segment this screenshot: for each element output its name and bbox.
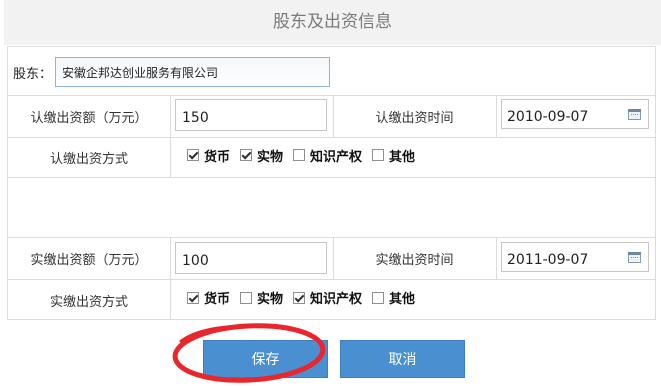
shareholder-label: 股东：	[13, 67, 53, 82]
paid-option-goods[interactable]: 实物	[240, 288, 283, 307]
checkbox[interactable]	[240, 149, 253, 161]
subscribed-amount-label: 认缴出资额（万元）	[30, 111, 148, 126]
paid-option-other[interactable]: 其他	[372, 288, 415, 307]
divider	[170, 138, 171, 177]
checkbox[interactable]	[293, 149, 306, 161]
paid-amount-row: 实缴出资额（万元） 实缴出资时间 2011-09-07	[8, 238, 655, 280]
divider	[170, 238, 171, 279]
calendar-icon[interactable]	[628, 252, 641, 263]
checkbox[interactable]	[187, 291, 199, 304]
checkbox[interactable]	[372, 291, 385, 304]
shareholder-form: 股东： 认缴出资额（万元） 认缴出资时间 2010-09-07 认缴出资方式 货…	[7, 46, 656, 320]
paid-method-label: 实缴出资方式	[49, 294, 128, 310]
divider	[170, 96, 171, 137]
calendar-icon[interactable]	[628, 109, 641, 120]
page-title: 股东及出资信息	[4, 0, 661, 45]
subscribed-option-other[interactable]: 其他	[372, 146, 415, 165]
checkbox[interactable]	[187, 149, 199, 161]
cancel-button[interactable]: 取消	[340, 340, 465, 378]
subscribed-option-ip[interactable]: 知识产权	[293, 146, 362, 165]
subscribed-method-options: 货币 实物 知识产权 其他	[187, 133, 425, 177]
divider	[496, 238, 497, 279]
subscribed-time-label: 认缴出资时间	[375, 111, 454, 126]
subscribed-amount-row: 认缴出资额（万元） 认缴出资时间 2010-09-07	[8, 96, 655, 138]
subscribed-time-value: 2010-09-07	[507, 109, 589, 125]
shareholder-input[interactable]	[55, 57, 330, 87]
paid-option-ip[interactable]: 知识产权	[293, 288, 362, 307]
paid-time-field[interactable]: 2011-09-07	[501, 242, 649, 272]
paid-method-row: 实缴出资方式 货币 实物 知识产权 其他	[8, 280, 655, 320]
subscribed-method-label: 认缴出资方式	[49, 152, 128, 167]
save-button[interactable]: 保存	[203, 340, 328, 378]
checkbox[interactable]	[372, 149, 385, 161]
subscribed-option-goods[interactable]: 实物	[240, 146, 283, 165]
paid-amount-input[interactable]	[175, 242, 327, 274]
subscribed-time-field[interactable]: 2010-09-07	[501, 99, 649, 129]
divider	[496, 96, 497, 137]
paid-time-label: 实缴出资时间	[375, 253, 454, 268]
paid-time-value: 2011-09-07	[507, 252, 589, 268]
paid-option-currency[interactable]: 货币	[187, 288, 230, 307]
shareholder-row: 股东：	[8, 47, 655, 96]
checkbox[interactable]	[293, 291, 306, 304]
subscribed-amount-input[interactable]	[175, 99, 327, 131]
divider	[170, 280, 171, 320]
blank-row	[8, 178, 655, 238]
checkbox[interactable]	[240, 291, 253, 304]
subscribed-option-currency[interactable]: 货币	[187, 146, 230, 165]
subscribed-method-row: 认缴出资方式 货币 实物 知识产权 其他	[8, 138, 655, 178]
paid-amount-label: 实缴出资额（万元）	[30, 253, 148, 268]
paid-method-options: 货币 实物 知识产权 其他	[187, 275, 425, 320]
